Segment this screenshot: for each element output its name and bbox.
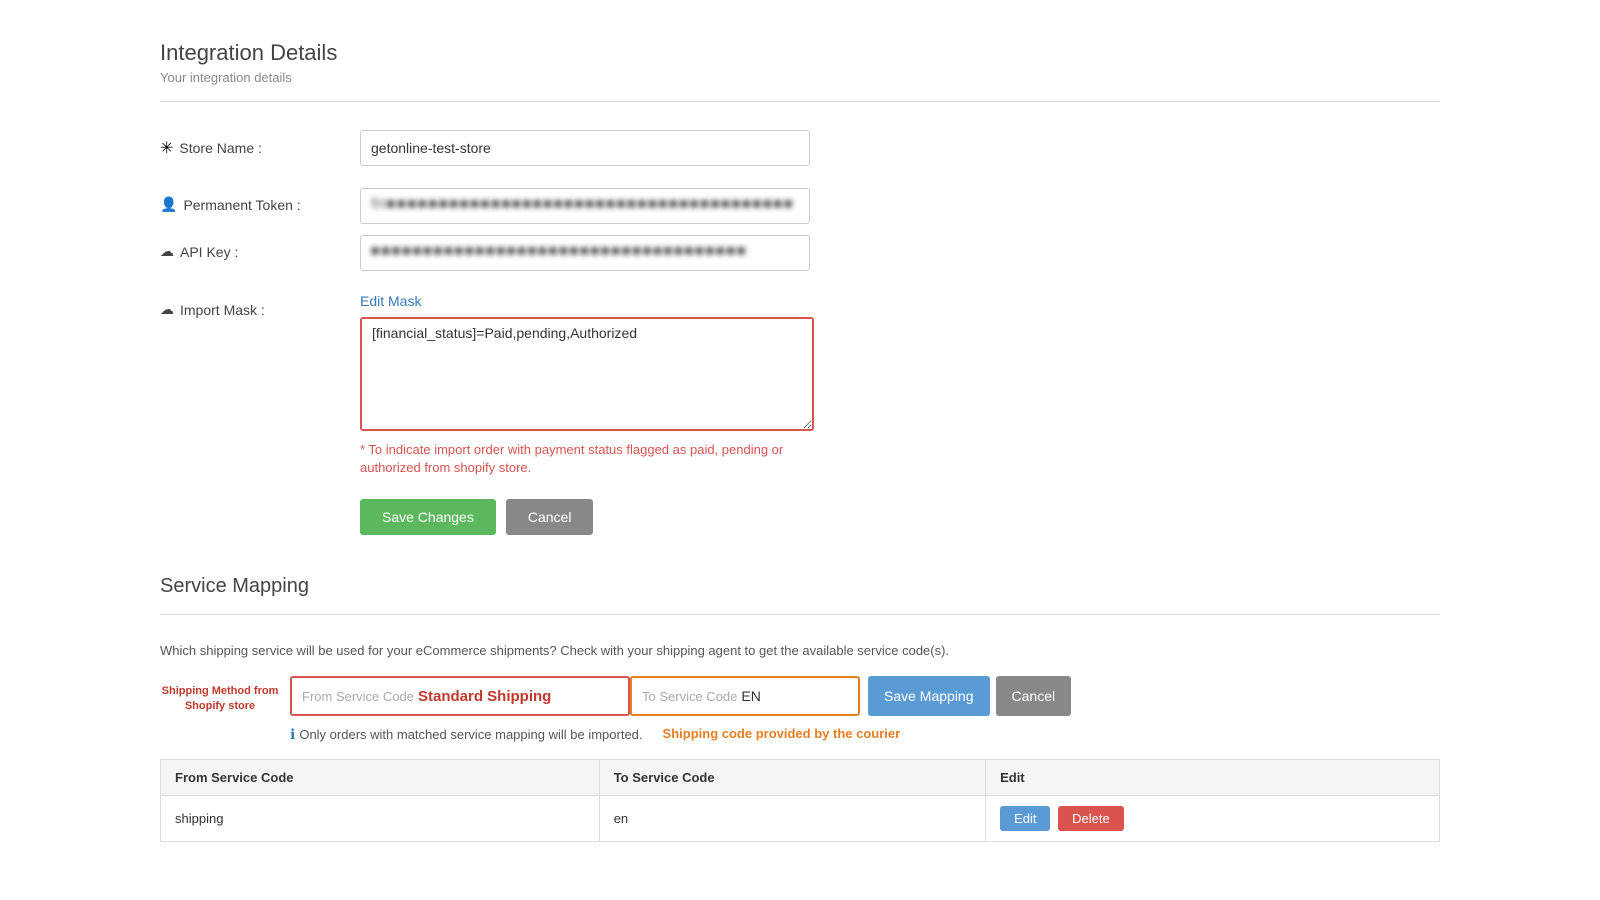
import-mask-box: [financial_status]=Paid,pending,Authoriz… xyxy=(360,317,814,431)
mapping-table-body: shipping en Edit Delete xyxy=(161,796,1440,842)
store-name-row: ✳ Store Name : xyxy=(160,130,1440,166)
store-name-label: ✳ Store Name : xyxy=(160,130,360,158)
divider-service xyxy=(160,614,1440,615)
import-mask-textarea[interactable]: [financial_status]=Paid,pending,Authoriz… xyxy=(362,319,812,429)
import-mask-container: Edit Mask [financial_status]=Paid,pendin… xyxy=(360,293,814,477)
from-code-cell: shipping xyxy=(161,796,600,842)
edit-cell: Edit Delete xyxy=(986,796,1440,842)
mapping-table: From Service Code To Service Code Edit s… xyxy=(160,759,1440,842)
api-key-row: ☁ API Key : ■■■■■■■■■■■■■■■■■■■■■■■■■■■■… xyxy=(160,235,1440,271)
page-title: Integration Details xyxy=(160,40,1440,66)
import-mask-note: * To indicate import order with payment … xyxy=(360,441,810,477)
import-mask-row: ☁ Import Mask : Edit Mask [financial_sta… xyxy=(160,293,1440,477)
col-from-service-code: From Service Code xyxy=(161,760,600,796)
to-service-input[interactable] xyxy=(741,688,821,704)
service-mapping-title: Service Mapping xyxy=(160,575,1440,598)
divider-top xyxy=(160,101,1440,102)
edit-mask-link[interactable]: Edit Mask xyxy=(360,293,814,309)
permanent-token-label: 👤 Permanent Token : xyxy=(160,188,360,213)
mapping-info-row: ℹ Only orders with matched service mappi… xyxy=(290,726,1440,743)
store-name-input[interactable] xyxy=(360,130,810,166)
permanent-token-value: 5t■■■■■■■■■■■■■■■■■■■■■■■■■■■■■■■■■■■■■■… xyxy=(371,195,794,211)
user-icon: 👤 xyxy=(160,196,177,213)
to-service-label: To Service Code xyxy=(642,689,737,704)
delete-row-button[interactable]: Delete xyxy=(1058,806,1124,831)
cloud-icon-api: ☁ xyxy=(160,243,174,260)
service-mapping-desc: Which shipping service will be used for … xyxy=(160,643,1440,658)
page-subtitle: Your integration details xyxy=(160,70,1440,85)
shipping-method-label: Shipping Method from Shopify store xyxy=(160,684,280,713)
col-edit: Edit xyxy=(986,760,1440,796)
permanent-token-row: 👤 Permanent Token : 5t■■■■■■■■■■■■■■■■■■… xyxy=(160,188,1440,213)
save-mapping-button[interactable]: Save Mapping xyxy=(868,676,990,716)
to-service-wrapper: To Service Code xyxy=(630,676,860,716)
cancel-button[interactable]: Cancel xyxy=(506,499,594,535)
from-service-value: Standard Shipping xyxy=(418,688,551,705)
cloud-icon-mask: ☁ xyxy=(160,301,174,318)
courier-note: Shipping code provided by the courier xyxy=(663,726,901,741)
from-service-wrapper: From Service Code Standard Shipping xyxy=(290,676,630,716)
cancel-mapping-button[interactable]: Cancel xyxy=(996,676,1072,716)
import-mask-label: ☁ Import Mask : xyxy=(160,293,360,318)
required-star-icon: ✳ xyxy=(160,138,173,158)
form-button-group: Save Changes Cancel xyxy=(360,499,1440,535)
to-code-cell: en xyxy=(599,796,985,842)
from-service-label: From Service Code xyxy=(302,689,414,704)
edit-row-button[interactable]: Edit xyxy=(1000,806,1050,831)
table-row: shipping en Edit Delete xyxy=(161,796,1440,842)
api-key-value: ■■■■■■■■■■■■■■■■■■■■■■■■■■■■■■■■■■■■ xyxy=(371,242,747,258)
mapping-info-text: ℹ Only orders with matched service mappi… xyxy=(290,726,643,743)
info-icon: ℹ xyxy=(290,726,295,743)
mapping-row: From Service Code Standard Shipping To S… xyxy=(290,676,1440,716)
save-changes-button[interactable]: Save Changes xyxy=(360,499,496,535)
col-to-service-code: To Service Code xyxy=(599,760,985,796)
mapping-table-header: From Service Code To Service Code Edit xyxy=(161,760,1440,796)
api-key-label: ☁ API Key : xyxy=(160,235,360,260)
